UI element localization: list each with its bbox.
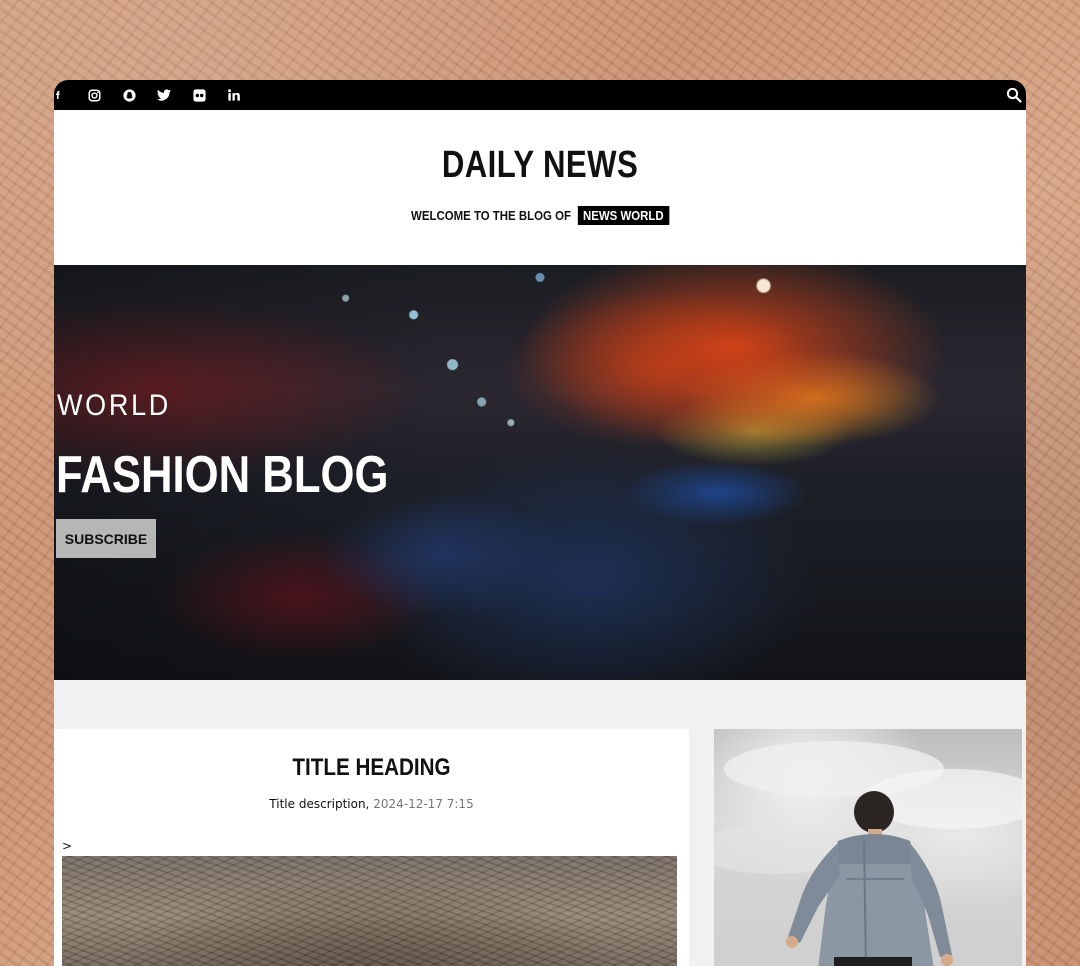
browser-frame: DAILY NEWS WELCOME TO THE BLOG OF NEWS W…: [54, 80, 1026, 966]
post-title[interactable]: TITLE HEADING: [98, 754, 644, 782]
tagline-highlight: NEWS WORLD: [577, 206, 669, 225]
post-description: Title description,: [269, 797, 370, 811]
linkedin-icon[interactable]: [226, 87, 242, 103]
site-tagline: WELCOME TO THE BLOG OF NEWS WORLD: [112, 206, 967, 225]
instagram-icon[interactable]: [86, 87, 102, 103]
tagline-prefix: WELCOME TO THE BLOG OF: [411, 208, 571, 223]
person-in-denim-jacket-illustration: [714, 741, 1022, 966]
content-area: TITLE HEADING Title description, 2024-12…: [54, 680, 1026, 966]
hero-banner: WORLD FASHION BLOG SUBSCRIBE: [54, 265, 1026, 680]
twitter-icon[interactable]: [156, 87, 172, 103]
post-card: TITLE HEADING Title description, 2024-12…: [54, 729, 689, 966]
facebook-icon[interactable]: [54, 87, 62, 103]
snapchat-icon[interactable]: [121, 87, 137, 103]
subscribe-button[interactable]: SUBSCRIBE: [56, 519, 156, 558]
social-links: [54, 80, 261, 110]
post-image[interactable]: [62, 856, 677, 966]
search-icon[interactable]: [1006, 87, 1022, 103]
post-meta: Title description, 2024-12-17 7:15: [54, 797, 689, 811]
site-title[interactable]: DAILY NEWS: [141, 144, 938, 187]
post-date: 2024-12-17 7:15: [373, 797, 474, 811]
hero-kicker: WORLD: [57, 389, 172, 422]
sidebar-image[interactable]: [714, 729, 1022, 966]
flickr-icon[interactable]: [191, 87, 207, 103]
top-bar: [54, 80, 1026, 110]
masthead: DAILY NEWS WELCOME TO THE BLOG OF NEWS W…: [54, 110, 1026, 265]
hero-title: FASHION BLOG: [56, 446, 389, 504]
post-marker: >: [62, 839, 73, 853]
